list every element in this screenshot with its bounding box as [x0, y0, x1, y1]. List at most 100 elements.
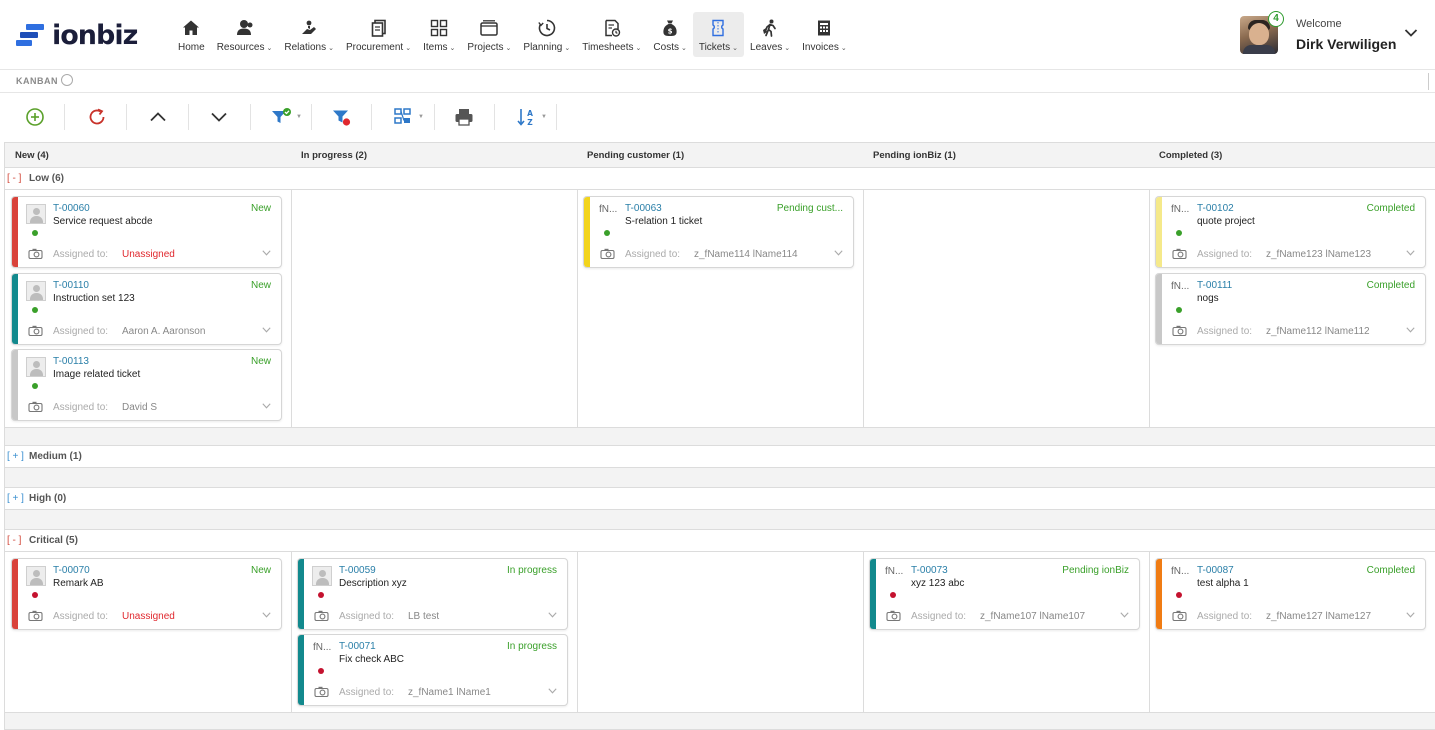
nav-leaves[interactable]: Leaves ⌄: [744, 12, 796, 57]
card-chevron-down-icon[interactable]: [1406, 612, 1415, 618]
card-chevron-down-icon[interactable]: [262, 403, 271, 409]
card-chevron-down-icon[interactable]: [548, 612, 557, 618]
dropdown-caret-icon: ▼: [296, 114, 302, 120]
ticket-id-link[interactable]: T-00110: [53, 280, 89, 291]
nav-projects[interactable]: Projects ⌄: [461, 12, 517, 57]
camera-icon: [600, 248, 615, 259]
sort-button[interactable]: AZ ▼: [511, 104, 547, 130]
nav-resources[interactable]: Resources ⌄: [211, 12, 279, 57]
assignee-photo-placeholder: [26, 281, 46, 301]
group-button[interactable]: ▼: [388, 104, 424, 130]
card-chevron-down-icon[interactable]: [262, 327, 271, 333]
nav-home-label: Home: [178, 42, 205, 53]
ticket-id-link[interactable]: T-00060: [53, 203, 90, 214]
lane-header-high[interactable]: [ + ] High (0): [5, 488, 1435, 510]
avatar[interactable]: 4: [1240, 11, 1284, 54]
group-icon: [394, 108, 411, 124]
card-chevron-down-icon[interactable]: [1120, 612, 1129, 618]
ticket-card-t-00113[interactable]: T-00113 New Image related ticket Assigne…: [11, 349, 282, 421]
ticket-card-t-00110[interactable]: T-00110 New Instruction set 123 Assigned…: [11, 273, 282, 345]
nav-procurement[interactable]: Procurement ⌄: [340, 12, 417, 57]
ticket-card-t-00059[interactable]: T-00059 In progress Description xyz Assi…: [297, 558, 568, 630]
filter-button[interactable]: ▼: [266, 104, 302, 130]
ticket-title: quote project: [1197, 216, 1255, 227]
nav-tickets-label: Tickets: [698, 42, 731, 53]
ticket-id-link[interactable]: T-00073: [911, 565, 948, 576]
nav-relations[interactable]: Relations ⌄: [278, 12, 340, 57]
nav-timesheets[interactable]: Timesheets ⌄: [576, 12, 647, 57]
nav-home[interactable]: Home: [172, 12, 211, 57]
ticket-card-t-00071[interactable]: fN... T-00071 In progress Fix check ABC …: [297, 634, 568, 706]
filter-check-icon: [272, 108, 291, 123]
user-menu[interactable]: 4 Welcome Dirk Verwiligen: [1240, 11, 1396, 56]
nav-planning[interactable]: Planning ⌄: [517, 12, 576, 57]
print-button[interactable]: [449, 104, 479, 130]
lane-collapse-toggle[interactable]: [ - ]: [7, 168, 21, 189]
nav-tickets[interactable]: Tickets ⌄: [692, 12, 745, 57]
card-chevron-down-icon[interactable]: [548, 688, 557, 694]
assignee-name: LB test: [408, 611, 440, 622]
nav-items[interactable]: Items ⌄: [417, 12, 461, 57]
chevron-down-icon: ⌄: [328, 45, 334, 52]
assignee-initials: fN...: [599, 204, 618, 215]
status-dot: [32, 307, 38, 313]
ticket-id-link[interactable]: T-00111: [1197, 280, 1232, 291]
notification-badge[interactable]: 4: [1268, 11, 1284, 27]
ticket-card-t-00070[interactable]: T-00070 New Remark AB Assigned to: Unass…: [11, 558, 282, 630]
ticket-card-t-00063[interactable]: fN... T-00063 Pending cust... S-relation…: [583, 196, 854, 268]
card-chevron-down-icon[interactable]: [1406, 327, 1415, 333]
assignee-name: z_fName123 lName123: [1266, 249, 1372, 260]
nav-invoices[interactable]: Invoices ⌄: [796, 12, 853, 57]
camera-icon: [1172, 325, 1187, 336]
collapse-all-button[interactable]: [143, 104, 173, 130]
card-chevron-down-icon[interactable]: [262, 250, 271, 256]
lane-header-medium[interactable]: [ + ] Medium (1): [5, 446, 1435, 468]
status-dot: [318, 592, 324, 598]
assignee-name: z_fName114 lName114: [694, 249, 798, 260]
ticket-id-link[interactable]: T-00070: [53, 565, 90, 576]
expand-all-button[interactable]: [204, 104, 234, 130]
priority-color-bar: [1156, 197, 1162, 267]
ticket-id-link[interactable]: T-00113: [53, 356, 89, 367]
ticket-card-t-00102[interactable]: fN... T-00102 Completed quote project As…: [1155, 196, 1426, 268]
assigned-to-label: Assigned to:: [625, 249, 681, 260]
ticket-card-t-00087[interactable]: fN... T-00087 Completed test alpha 1 Ass…: [1155, 558, 1426, 630]
nav-invoices-label: Invoices: [802, 42, 839, 53]
priority-color-bar: [1156, 559, 1162, 629]
ticket-card-t-00073[interactable]: fN... T-00073 Pending ionBiz xyz 123 abc…: [869, 558, 1140, 630]
ticket-id-link[interactable]: T-00071: [339, 641, 376, 652]
status-dot: [890, 592, 896, 598]
assigned-to-label: Assigned to:: [1197, 249, 1253, 260]
lane-expand-toggle[interactable]: [ + ]: [7, 446, 24, 467]
user-menu-chevron-down-icon[interactable]: [1404, 28, 1418, 38]
assignee-photo-placeholder: [26, 566, 46, 586]
card-chevron-down-icon[interactable]: [262, 612, 271, 618]
ionbiz-logo[interactable]: ionbiz: [16, 20, 138, 51]
lane-title: Low (6): [29, 173, 64, 184]
lane-expand-toggle[interactable]: [ + ]: [7, 488, 24, 509]
ticket-card-t-00060[interactable]: T-00060 New Service request abcde Assign…: [11, 196, 282, 268]
ticket-id-link[interactable]: T-00102: [1197, 203, 1234, 214]
priority-color-bar: [12, 559, 18, 629]
info-icon[interactable]: [61, 74, 73, 86]
nav-relations-label: Relations: [284, 42, 327, 53]
card-chevron-down-icon[interactable]: [1406, 250, 1415, 256]
handshake-icon: [302, 20, 317, 34]
card-chevron-down-icon[interactable]: [834, 250, 843, 256]
ticket-card-t-00111[interactable]: fN... T-00111 Completed nogs Assigned to…: [1155, 273, 1426, 345]
divider: [1428, 73, 1429, 90]
ticket-id-link[interactable]: T-00063: [625, 203, 662, 214]
column-header-pending-ionbiz: Pending ionBiz (1): [863, 142, 1149, 168]
add-button[interactable]: [20, 104, 50, 130]
clear-filter-button[interactable]: [326, 104, 356, 130]
nav-timesheets-label: Timesheets: [582, 42, 634, 53]
lane-header-low[interactable]: [ - ] Low (6): [5, 168, 1435, 190]
nav-costs[interactable]: $ Costs ⌄: [647, 12, 692, 57]
nav-resources-label: Resources: [216, 42, 265, 53]
ticket-id-link[interactable]: T-00059: [339, 565, 376, 576]
ticket-id-link[interactable]: T-00087: [1197, 565, 1234, 576]
kanban-toolbar: ▼ ▼ AZ ▼: [0, 96, 1435, 138]
lane-collapse-toggle[interactable]: [ - ]: [7, 530, 21, 551]
lane-header-critical[interactable]: [ - ] Critical (5): [5, 530, 1435, 552]
refresh-button[interactable]: [82, 104, 112, 130]
